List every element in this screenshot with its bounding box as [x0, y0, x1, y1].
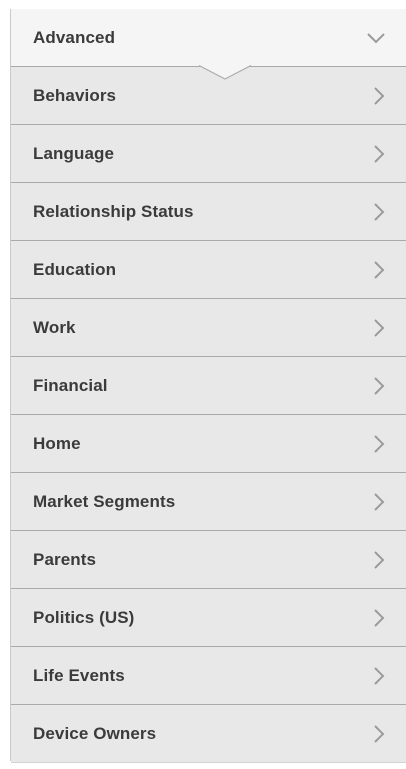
menu-item-financial[interactable]: Financial — [11, 357, 406, 415]
menu-item-label: Relationship Status — [33, 201, 194, 221]
menu-item-politics-us[interactable]: Politics (US) — [11, 589, 406, 647]
menu-item-label: Life Events — [33, 665, 125, 685]
chevron-right-icon — [374, 666, 385, 685]
menu-item-work[interactable]: Work — [11, 299, 406, 357]
chevron-right-icon — [374, 550, 385, 569]
menu-item-life-events[interactable]: Life Events — [11, 647, 406, 705]
chevron-right-icon — [374, 724, 385, 743]
menu-item-label: Education — [33, 259, 117, 279]
menu-item-advanced[interactable]: Advanced — [11, 9, 406, 80]
menu-item-language[interactable]: Language — [11, 125, 406, 183]
chevron-right-icon — [374, 318, 385, 337]
menu-item-label: Work — [33, 317, 76, 337]
menu-item-label: Market Segments — [33, 491, 176, 511]
menu-item-label: Advanced — [33, 27, 116, 47]
chevron-right-icon — [374, 260, 385, 279]
menu-item-home[interactable]: Home — [11, 415, 406, 473]
chevron-right-icon — [374, 144, 385, 163]
chevron-right-icon — [374, 202, 385, 221]
menu-item-label: Politics (US) — [33, 607, 135, 627]
chevron-down-icon — [367, 32, 385, 43]
chevron-right-icon — [374, 492, 385, 511]
chevron-right-icon — [374, 376, 385, 395]
chevron-right-icon — [374, 608, 385, 627]
chevron-right-icon — [374, 86, 385, 105]
menu-item-parents[interactable]: Parents — [11, 531, 406, 589]
menu-item-label: Parents — [33, 549, 97, 569]
menu-item-label: Behaviors — [33, 85, 117, 105]
menu-item-label: Financial — [33, 375, 108, 395]
menu-item-relationship-status[interactable]: Relationship Status — [11, 183, 406, 241]
menu-item-device-owners[interactable]: Device Owners — [11, 705, 406, 763]
menu-item-label: Home — [33, 433, 81, 453]
menu-item-label: Device Owners — [33, 723, 157, 743]
menu-item-label: Language — [33, 143, 115, 163]
chevron-right-icon — [374, 434, 385, 453]
selection-pointer-notch — [199, 65, 251, 80]
menu-item-market-segments[interactable]: Market Segments — [11, 473, 406, 531]
menu-item-education[interactable]: Education — [11, 241, 406, 299]
targeting-category-menu: Advanced Behaviors Language Relationship… — [10, 9, 406, 763]
